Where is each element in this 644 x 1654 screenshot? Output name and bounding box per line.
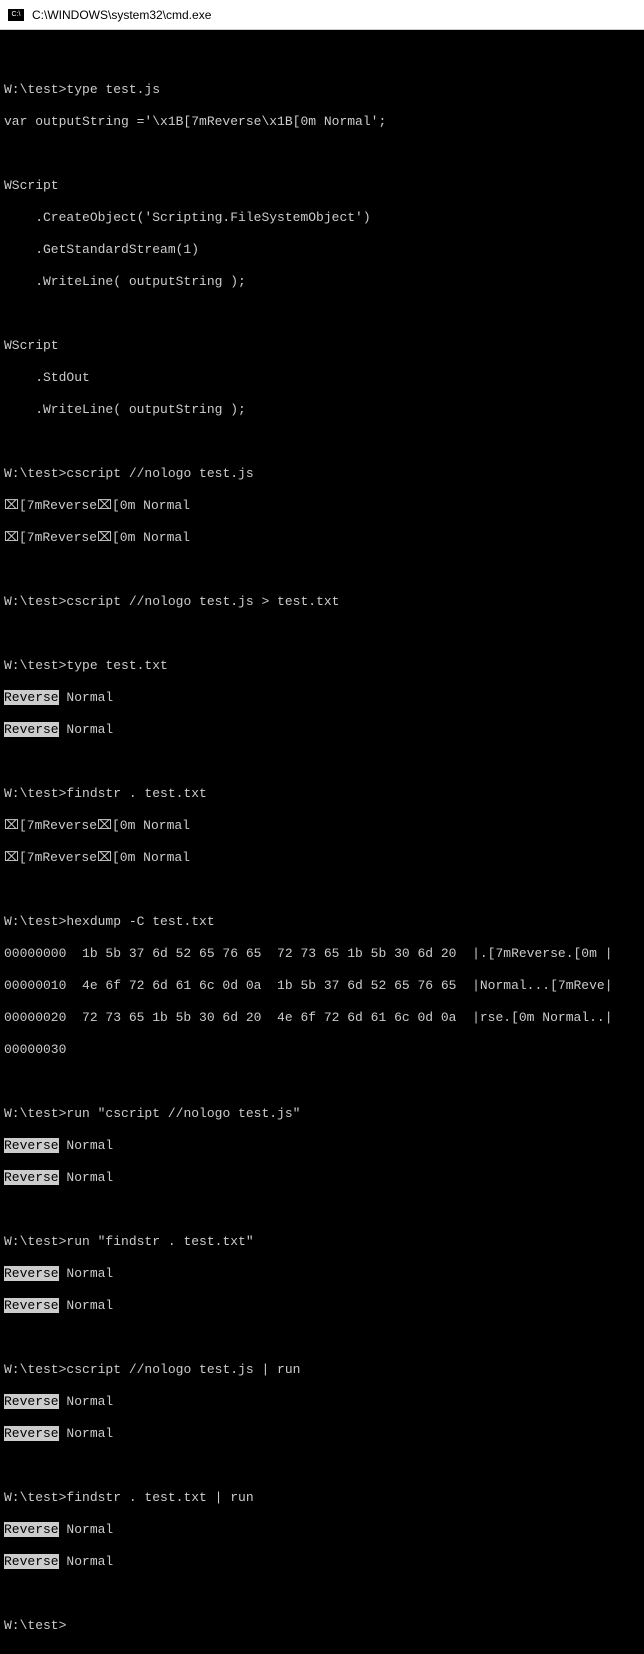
terminal-output[interactable]: W:\test>type test.js var outputString ='…	[0, 30, 644, 1654]
terminal-line: Reverse Normal	[4, 1298, 644, 1314]
terminal-line	[4, 562, 644, 578]
command-text: cscript //nologo test.js	[66, 466, 253, 481]
reverse-text: Reverse	[4, 1554, 59, 1569]
reverse-text: Reverse	[4, 1266, 59, 1281]
cmd-icon	[8, 9, 24, 21]
normal-text: Normal	[59, 1522, 114, 1537]
prompt: W:\test>	[4, 1234, 66, 1249]
terminal-line: Reverse Normal	[4, 1266, 644, 1282]
terminal-line: W:\test>hexdump -C test.txt	[4, 914, 644, 930]
reverse-text: Reverse	[4, 690, 59, 705]
terminal-line: Reverse Normal	[4, 1394, 644, 1410]
prompt: W:\test>	[4, 786, 66, 801]
normal-text: Normal	[59, 1298, 114, 1313]
terminal-line: W:\test>cscript //nologo test.js	[4, 466, 644, 482]
terminal-line: 00000010 4e 6f 72 6d 61 6c 0d 0a 1b 5b 3…	[4, 978, 644, 994]
command-text: type test.js	[66, 82, 160, 97]
terminal-line: WScript	[4, 178, 644, 194]
reverse-text: Reverse	[4, 1298, 59, 1313]
reverse-text: Reverse	[4, 1138, 59, 1153]
prompt: W:\test>	[4, 1618, 66, 1633]
terminal-line: ⌧[7mReverse⌧[0m Normal	[4, 818, 644, 834]
terminal-line	[4, 1074, 644, 1090]
window-title: C:\WINDOWS\system32\cmd.exe	[32, 8, 211, 22]
reverse-text: Reverse	[4, 722, 59, 737]
window-titlebar[interactable]: C:\WINDOWS\system32\cmd.exe	[0, 0, 644, 30]
terminal-line: W:\test>type test.js	[4, 82, 644, 98]
normal-text: Normal	[59, 722, 114, 737]
prompt: W:\test>	[4, 82, 66, 97]
command-text: findstr . test.txt	[66, 786, 206, 801]
terminal-line: ⌧[7mReverse⌧[0m Normal	[4, 850, 644, 866]
prompt: W:\test>	[4, 1362, 66, 1377]
reverse-text: Reverse	[4, 1170, 59, 1185]
terminal-line	[4, 1458, 644, 1474]
terminal-line: 00000020 72 73 65 1b 5b 30 6d 20 4e 6f 7…	[4, 1010, 644, 1026]
terminal-line	[4, 882, 644, 898]
terminal-line	[4, 1586, 644, 1602]
terminal-line: Reverse Normal	[4, 1138, 644, 1154]
terminal-line: 00000000 1b 5b 37 6d 52 65 76 65 72 73 6…	[4, 946, 644, 962]
prompt: W:\test>	[4, 466, 66, 481]
terminal-line: .WriteLine( outputString );	[4, 274, 644, 290]
terminal-line	[4, 1330, 644, 1346]
terminal-line: .CreateObject('Scripting.FileSystemObjec…	[4, 210, 644, 226]
terminal-line	[4, 626, 644, 642]
normal-text: Normal	[59, 1426, 114, 1441]
command-text: cscript //nologo test.js > test.txt	[66, 594, 339, 609]
command-text: hexdump -C test.txt	[66, 914, 214, 929]
terminal-line	[4, 754, 644, 770]
terminal-line: Reverse Normal	[4, 690, 644, 706]
terminal-line: var outputString ='\x1B[7mReverse\x1B[0m…	[4, 114, 644, 130]
terminal-line	[4, 434, 644, 450]
terminal-line: Reverse Normal	[4, 1522, 644, 1538]
command-text: findstr . test.txt | run	[66, 1490, 253, 1505]
terminal-line: 00000030	[4, 1042, 644, 1058]
terminal-line: .StdOut	[4, 370, 644, 386]
prompt: W:\test>	[4, 658, 66, 673]
terminal-line: W:\test>cscript //nologo test.js | run	[4, 1362, 644, 1378]
command-text: run "cscript //nologo test.js"	[66, 1106, 300, 1121]
command-text: cscript //nologo test.js | run	[66, 1362, 300, 1377]
terminal-line: ⌧[7mReverse⌧[0m Normal	[4, 498, 644, 514]
terminal-line: Reverse Normal	[4, 1170, 644, 1186]
terminal-line	[4, 306, 644, 322]
normal-text: Normal	[59, 1138, 114, 1153]
terminal-line	[4, 50, 644, 66]
terminal-line: .WriteLine( outputString );	[4, 402, 644, 418]
normal-text: Normal	[59, 1394, 114, 1409]
terminal-line: Reverse Normal	[4, 1554, 644, 1570]
terminal-line	[4, 1202, 644, 1218]
terminal-line: .GetStandardStream(1)	[4, 242, 644, 258]
terminal-line: WScript	[4, 338, 644, 354]
normal-text: Normal	[59, 1170, 114, 1185]
normal-text: Normal	[59, 690, 114, 705]
terminal-line: Reverse Normal	[4, 722, 644, 738]
reverse-text: Reverse	[4, 1522, 59, 1537]
prompt: W:\test>	[4, 1490, 66, 1505]
prompt: W:\test>	[4, 914, 66, 929]
terminal-line: W:\test>findstr . test.txt | run	[4, 1490, 644, 1506]
terminal-line: W:\test>run "findstr . test.txt"	[4, 1234, 644, 1250]
command-text: type test.txt	[66, 658, 167, 673]
terminal-line	[4, 146, 644, 162]
prompt: W:\test>	[4, 1106, 66, 1121]
prompt: W:\test>	[4, 594, 66, 609]
normal-text: Normal	[59, 1266, 114, 1281]
reverse-text: Reverse	[4, 1394, 59, 1409]
reverse-text: Reverse	[4, 1426, 59, 1441]
terminal-line: W:\test>cscript //nologo test.js > test.…	[4, 594, 644, 610]
terminal-line: W:\test>run "cscript //nologo test.js"	[4, 1106, 644, 1122]
terminal-line: W:\test>	[4, 1618, 644, 1634]
terminal-line: Reverse Normal	[4, 1426, 644, 1442]
terminal-line: ⌧[7mReverse⌧[0m Normal	[4, 530, 644, 546]
command-text: run "findstr . test.txt"	[66, 1234, 253, 1249]
normal-text: Normal	[59, 1554, 114, 1569]
terminal-line: W:\test>findstr . test.txt	[4, 786, 644, 802]
terminal-line: W:\test>type test.txt	[4, 658, 644, 674]
